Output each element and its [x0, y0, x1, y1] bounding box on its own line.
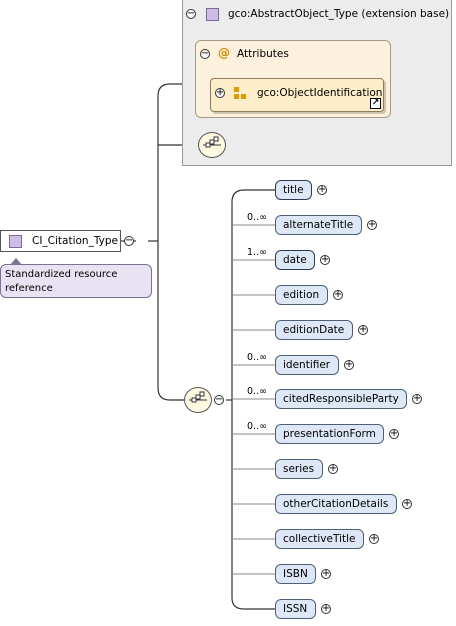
occurrence-label: 0..∞ — [247, 386, 267, 397]
element-presentationForm[interactable]: presentationForm — [275, 424, 384, 444]
element-label: otherCitationDetails — [283, 498, 389, 510]
sequence-icon[interactable] — [184, 387, 212, 413]
element-label: presentationForm — [283, 428, 376, 440]
element-otherCitationDetails[interactable]: otherCitationDetails — [275, 494, 397, 514]
element-label: ISSN — [283, 603, 308, 615]
expand-icon[interactable]: + — [369, 534, 379, 544]
expand-icon[interactable]: + — [317, 185, 327, 195]
expand-icon[interactable]: + — [344, 360, 354, 370]
element-label: title — [283, 184, 304, 196]
element-label: editionDate — [283, 324, 345, 336]
at-sign-icon: @ — [218, 46, 230, 60]
expand-icon[interactable]: + — [367, 220, 377, 230]
occurrence-label: 1..∞ — [247, 247, 267, 258]
expand-icon[interactable]: + — [215, 88, 225, 98]
element-collectiveTitle[interactable]: collectiveTitle — [275, 529, 364, 549]
element-ISSN[interactable]: ISSN — [275, 599, 316, 619]
documentation-note: Standardized resource reference — [0, 264, 152, 298]
element-identifier[interactable]: identifier — [275, 355, 339, 375]
expand-icon[interactable]: + — [321, 604, 331, 614]
collapse-icon[interactable]: − — [124, 236, 134, 246]
expand-icon[interactable]: + — [358, 325, 368, 335]
complex-type-icon — [206, 8, 219, 21]
element-ISBN[interactable]: ISBN — [275, 564, 316, 584]
extension-base-title: gco:AbstractObject_Type (extension base) — [228, 8, 450, 20]
element-title[interactable]: title — [275, 180, 312, 200]
attributes-label: Attributes — [237, 48, 289, 60]
attribute-group-icon — [234, 87, 247, 100]
complex-type-icon — [9, 235, 22, 248]
collapse-icon[interactable]: − — [214, 395, 224, 405]
expand-icon[interactable]: + — [412, 394, 422, 404]
element-citedResponsibleParty[interactable]: citedResponsibleParty — [275, 389, 407, 409]
element-series[interactable]: series — [275, 459, 323, 479]
type-label: CI_Citation_Type — [32, 235, 118, 247]
element-edition[interactable]: edition — [275, 285, 328, 305]
element-date[interactable]: date — [275, 250, 315, 270]
sequence-icon[interactable] — [198, 132, 226, 158]
occurrence-label: 0..∞ — [247, 421, 267, 432]
occurrence-label: 0..∞ — [247, 352, 267, 363]
collapse-icon[interactable]: − — [200, 49, 210, 59]
occurrence-label: 0..∞ — [247, 212, 267, 223]
expand-icon[interactable]: + — [320, 255, 330, 265]
element-label: series — [283, 463, 315, 475]
element-alternateTitle[interactable]: alternateTitle — [275, 215, 362, 235]
element-label: date — [283, 254, 307, 266]
expand-icon[interactable]: + — [389, 429, 399, 439]
element-label: collectiveTitle — [283, 533, 356, 545]
expand-icon[interactable]: + — [333, 290, 343, 300]
element-label: ISBN — [283, 568, 308, 580]
element-label: identifier — [283, 359, 331, 371]
element-label: alternateTitle — [283, 219, 354, 231]
link-arrow-icon[interactable]: ↗ — [370, 98, 381, 109]
collapse-icon[interactable]: − — [186, 9, 196, 19]
expand-icon[interactable]: + — [328, 464, 338, 474]
expand-icon[interactable]: + — [402, 499, 412, 509]
element-label: citedResponsibleParty — [283, 393, 399, 405]
element-editionDate[interactable]: editionDate — [275, 320, 353, 340]
expand-icon[interactable]: + — [321, 569, 331, 579]
element-label: edition — [283, 289, 320, 301]
attribute-group-label: gco:ObjectIdentification — [257, 87, 383, 99]
